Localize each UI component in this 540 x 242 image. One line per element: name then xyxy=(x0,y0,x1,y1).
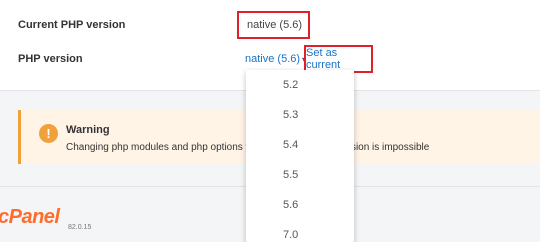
warning-icon: ! xyxy=(39,124,58,143)
set-as-current-button[interactable]: Set as current xyxy=(304,45,373,73)
php-version-select-value: native (5.6) xyxy=(245,53,301,65)
dropdown-option-5-2[interactable]: 5.2 xyxy=(246,70,354,100)
dropdown-option-5-5[interactable]: 5.5 xyxy=(246,160,354,190)
php-version-select[interactable]: native (5.6)▾ xyxy=(245,53,306,65)
dropdown-option-5-4[interactable]: 5.4 xyxy=(246,130,354,160)
warning-title: Warning xyxy=(66,124,110,136)
cpanel-version: 82.0.15 xyxy=(68,224,92,231)
dropdown-option-5-3[interactable]: 5.3 xyxy=(246,100,354,130)
php-version-dropdown: 5.2 5.3 5.4 5.5 5.6 7.0 xyxy=(246,70,354,242)
dropdown-option-5-6[interactable]: 5.6 xyxy=(246,190,354,220)
warning-text-left: Changing php modules and php options via… xyxy=(66,142,276,153)
current-php-version-value: native (5.6) xyxy=(237,11,310,39)
dropdown-option-7-0[interactable]: 7.0 xyxy=(246,220,354,242)
current-php-version-label: Current PHP version xyxy=(18,19,126,31)
cpanel-logo: cPanel xyxy=(0,206,60,228)
php-version-label: PHP version xyxy=(18,53,83,65)
